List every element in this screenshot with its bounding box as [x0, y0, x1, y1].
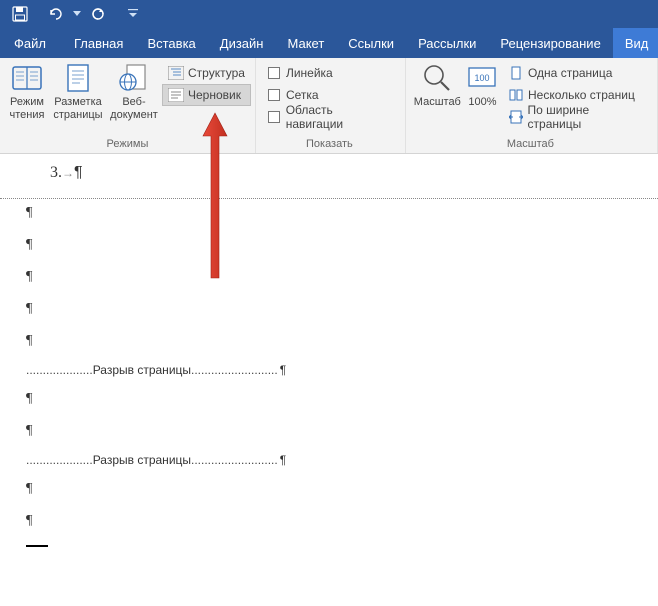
paragraph-mark: ¶: [26, 231, 658, 263]
page-icon: [61, 62, 95, 94]
outline-button[interactable]: Структура: [162, 62, 251, 84]
paragraph-mark: ¶: [26, 199, 658, 231]
group-views-label: Режимы: [4, 136, 251, 153]
zoom-button[interactable]: Масштаб: [412, 60, 463, 109]
outline-label: Структура: [188, 66, 245, 80]
hundred-icon: 100: [465, 62, 499, 94]
outline-icon: [168, 65, 184, 81]
globe-page-icon: [117, 62, 151, 94]
one-page-icon: [508, 65, 524, 81]
ribbon: Режим чтения Разметка страницы Веб-докум…: [0, 58, 658, 154]
redo-button[interactable]: [84, 3, 112, 25]
multi-page-label: Несколько страниц: [528, 88, 635, 102]
gridlines-label: Сетка: [286, 88, 319, 102]
save-button[interactable]: [6, 3, 34, 25]
reading-mode-button[interactable]: Режим чтения: [4, 60, 50, 121]
paragraph-mark: ¶: [26, 507, 658, 539]
draft-button[interactable]: Черновик: [162, 84, 251, 106]
page-break: ....................Разрыв страницы.....…: [26, 449, 658, 475]
draft-icon: [168, 87, 184, 103]
paragraph-mark: ¶: [26, 417, 658, 449]
page-width-button[interactable]: По ширине страницы: [502, 106, 649, 128]
navpane-label: Область навигации: [286, 103, 391, 131]
undo-dropdown[interactable]: [72, 11, 82, 17]
paragraph-mark: ¶: [26, 327, 658, 359]
ruler-checkbox[interactable]: Линейка: [264, 62, 395, 84]
document-content: 3.→¶ ¶ ¶ ¶ ¶ ¶ ....................Разры…: [0, 154, 658, 547]
tab-mailings[interactable]: Рассылки: [406, 28, 488, 58]
checkbox-icon: [268, 111, 280, 123]
checkbox-icon: [268, 67, 280, 79]
checkbox-icon: [268, 89, 280, 101]
page-break: ....................Разрыв страницы.....…: [26, 359, 658, 385]
document-area[interactable]: 3.→¶ ¶ ¶ ¶ ¶ ¶ ....................Разры…: [0, 154, 658, 606]
svg-text:100: 100: [475, 73, 490, 83]
one-page-button[interactable]: Одна страница: [502, 62, 649, 84]
tab-file[interactable]: Файл: [4, 28, 62, 58]
print-layout-button[interactable]: Разметка страницы: [50, 60, 106, 121]
page-width-icon: [508, 109, 524, 125]
print-layout-label: Разметка страницы: [52, 96, 104, 121]
magnifier-icon: [420, 62, 454, 94]
page-width-label: По ширине страницы: [528, 103, 643, 131]
zoom-label: Масштаб: [414, 96, 461, 109]
zoom-100-label: 100%: [468, 96, 496, 109]
ribbon-tabs: Файл Главная Вставка Дизайн Макет Ссылки…: [0, 28, 658, 58]
web-layout-button[interactable]: Веб-документ: [106, 60, 162, 121]
paragraph-mark: ¶: [26, 385, 658, 417]
reading-mode-label: Режим чтения: [6, 96, 48, 121]
navpane-checkbox[interactable]: Область навигации: [264, 106, 395, 128]
tab-design[interactable]: Дизайн: [208, 28, 276, 58]
draft-label: Черновик: [188, 88, 241, 102]
paragraph-mark: ¶: [26, 295, 658, 327]
tab-references[interactable]: Ссылки: [336, 28, 406, 58]
list-item-3: 3.→¶: [26, 164, 658, 198]
group-zoom: Масштаб 100 100% Одна страница Несколько…: [406, 58, 658, 153]
group-zoom-label: Масштаб: [412, 136, 649, 153]
ruler-label: Линейка: [286, 66, 333, 80]
multi-page-icon: [508, 87, 524, 103]
paragraph-mark: ¶: [26, 475, 658, 507]
zoom-100-button[interactable]: 100 100%: [463, 60, 502, 109]
tab-view[interactable]: Вид: [613, 28, 658, 58]
tab-home[interactable]: Главная: [62, 28, 135, 58]
short-rule: [26, 545, 48, 547]
undo-button[interactable]: [42, 3, 70, 25]
qat-customize-dropdown[interactable]: [128, 9, 138, 19]
quick-access-toolbar: [0, 0, 658, 28]
paragraph-mark: ¶: [26, 263, 658, 295]
tab-review[interactable]: Рецензирование: [488, 28, 612, 58]
group-show: Линейка Сетка Область навигации Показать: [256, 58, 406, 153]
group-show-label: Показать: [264, 136, 395, 153]
group-views: Режим чтения Разметка страницы Веб-докум…: [0, 58, 256, 153]
tab-insert[interactable]: Вставка: [135, 28, 207, 58]
web-layout-label: Веб-документ: [108, 96, 160, 121]
tab-layout[interactable]: Макет: [275, 28, 336, 58]
book-icon: [10, 62, 44, 94]
one-page-label: Одна страница: [528, 66, 612, 80]
